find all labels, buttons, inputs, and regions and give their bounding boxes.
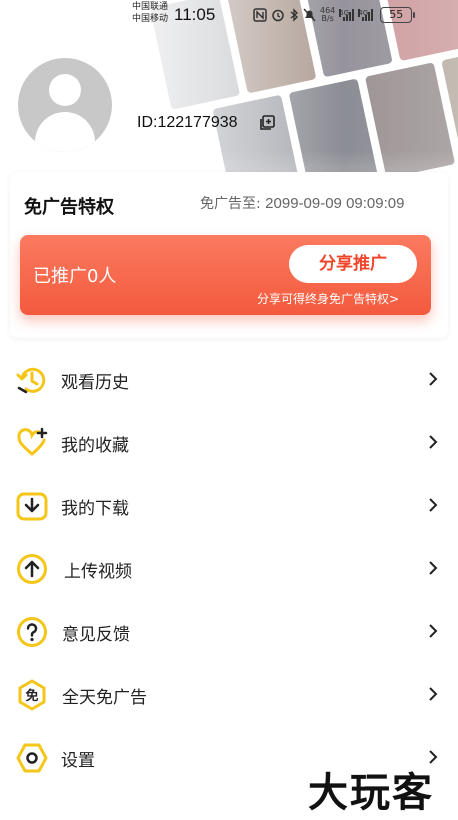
promoted-count: 已推广0人 bbox=[33, 266, 117, 287]
signal-4g-icon: 4G bbox=[358, 9, 374, 21]
menu-item-favorites[interactable]: 我的收藏 bbox=[0, 411, 458, 474]
expiry-label: 免广告至: bbox=[200, 196, 261, 212]
menu-label: 设置 bbox=[61, 751, 95, 771]
user-id: ID:122177938 bbox=[137, 114, 238, 131]
carrier-2: 中国移动 bbox=[132, 14, 169, 24]
carrier-1: 中国联通 bbox=[132, 2, 169, 12]
menu-item-downloads[interactable]: 我的下载 bbox=[0, 474, 458, 537]
signal-5g-icon: 5G bbox=[339, 9, 355, 21]
alarm-icon bbox=[272, 9, 284, 22]
share-tip-link[interactable]: 分享可得终身免广告特权> bbox=[257, 290, 399, 307]
status-time: 11:05 bbox=[174, 5, 216, 24]
menu-label: 观看历史 bbox=[61, 373, 129, 393]
battery-indicator: 55 bbox=[380, 7, 416, 23]
no-ads-icon: 免 bbox=[18, 679, 46, 711]
menu-label: 我的下载 bbox=[61, 499, 129, 519]
chevron-right-icon bbox=[429, 498, 438, 512]
chevron-right-icon bbox=[429, 561, 438, 575]
menu-item-upload-video[interactable]: 上传视频 bbox=[0, 537, 458, 600]
menu-label: 全天免广告 bbox=[62, 688, 147, 708]
expiry-date: 2099-09-09 09:09:09 bbox=[265, 195, 405, 212]
menu-label: 上传视频 bbox=[64, 562, 132, 582]
history-icon bbox=[16, 367, 46, 394]
net-speed: 464 B/s bbox=[320, 6, 336, 23]
privilege-title: 免广告特权 bbox=[24, 197, 114, 218]
download-icon bbox=[16, 492, 48, 521]
favorite-heart-icon bbox=[17, 427, 48, 456]
avatar[interactable] bbox=[18, 58, 112, 152]
chevron-right-icon bbox=[429, 372, 438, 386]
chevron-right-icon bbox=[429, 624, 438, 638]
upload-icon bbox=[17, 554, 47, 584]
status-bar: 中国联通 中国移动 11:05 464 B/s 5G 4G 55 bbox=[0, 0, 458, 30]
menu-label: 我的收藏 bbox=[61, 436, 129, 456]
menu-item-all-day-ad-free[interactable]: 免 全天免广告 bbox=[0, 663, 458, 726]
menu-item-feedback[interactable]: 意见反馈 bbox=[0, 600, 458, 663]
watermark-logo: 大玩客 bbox=[308, 769, 434, 816]
menu-item-watch-history[interactable]: 观看历史 bbox=[0, 348, 458, 411]
bluetooth-icon bbox=[290, 8, 299, 22]
ad-free-expiry: 免广告至: 2099-09-09 09:09:09 bbox=[200, 193, 404, 213]
svg-text:免: 免 bbox=[25, 688, 38, 704]
status-icons: 464 B/s 5G 4G 55 bbox=[253, 6, 416, 24]
feedback-question-icon bbox=[17, 617, 47, 647]
chevron-right-icon bbox=[429, 687, 438, 701]
carrier-labels: 中国联通 中国移动 bbox=[132, 1, 168, 25]
copy-icon[interactable] bbox=[259, 115, 275, 131]
mute-bell-icon bbox=[303, 8, 316, 22]
chevron-right-icon bbox=[429, 435, 438, 449]
nfc-icon bbox=[253, 8, 267, 22]
menu-label: 意见反馈 bbox=[62, 625, 130, 645]
settings-icon bbox=[16, 743, 48, 773]
share-promote-button[interactable]: 分享推广 bbox=[289, 245, 417, 283]
